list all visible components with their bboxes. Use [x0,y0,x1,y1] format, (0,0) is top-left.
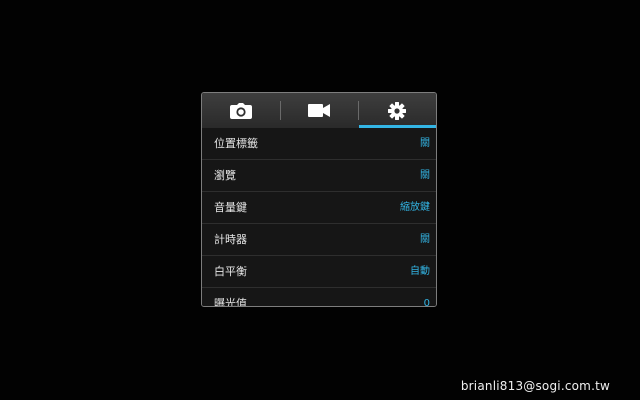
tab-photo-settings[interactable] [202,93,280,128]
setting-value: 關 [420,234,430,245]
setting-label: 位置標籤 [214,137,258,150]
tab-video-settings[interactable] [280,93,358,128]
setting-label: 計時器 [214,233,247,246]
camera-screen: 位置標籤 關 瀏覽 關 音量鍵 縮放鍵 計時器 關 白平衡 自動 曝光值 0 b… [0,0,640,400]
watermark-text: brianli813@sogi.com.tw [460,379,610,393]
setting-value: 縮放鍵 [400,202,430,213]
setting-row-timer[interactable]: 計時器 關 [202,224,436,256]
setting-row-volume-key[interactable]: 音量鍵 縮放鍵 [202,192,436,224]
gear-icon [388,101,406,120]
setting-label: 音量鍵 [214,201,247,214]
setting-row-exposure-value[interactable]: 曝光值 0 [202,288,436,306]
setting-value: 關 [420,138,430,149]
setting-row-white-balance[interactable]: 白平衡 自動 [202,256,436,288]
setting-row-review[interactable]: 瀏覽 關 [202,160,436,192]
setting-value: 0 [423,298,430,306]
camera-settings-panel: 位置標籤 關 瀏覽 關 音量鍵 縮放鍵 計時器 關 白平衡 自動 曝光值 0 [201,92,437,307]
video-camera-icon [308,104,330,117]
setting-row-location-tag[interactable]: 位置標籤 關 [202,128,436,160]
settings-tab-bar [202,93,436,128]
settings-list: 位置標籤 關 瀏覽 關 音量鍵 縮放鍵 計時器 關 白平衡 自動 曝光值 0 [202,128,436,306]
setting-value: 關 [420,170,430,181]
setting-label: 瀏覽 [214,169,236,182]
camera-icon [230,102,252,119]
setting-label: 曝光值 [214,297,247,306]
setting-label: 白平衡 [214,265,247,278]
tab-general-settings[interactable] [358,93,436,128]
setting-value: 自動 [410,266,430,277]
